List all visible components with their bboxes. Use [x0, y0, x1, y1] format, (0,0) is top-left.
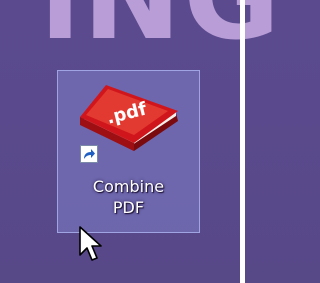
icon-label: Combine PDF	[58, 176, 199, 218]
icon-label-line1: Combine	[92, 177, 165, 196]
mouse-pointer-icon	[79, 226, 102, 261]
wallpaper-text: iNG	[40, 0, 282, 56]
shortcut-arrow-icon	[80, 145, 98, 163]
combine-pdf-shortcut[interactable]: .pdf Combine PDF	[57, 70, 200, 233]
frame-edge	[240, 0, 245, 283]
icon-label-line2: PDF	[112, 198, 145, 217]
